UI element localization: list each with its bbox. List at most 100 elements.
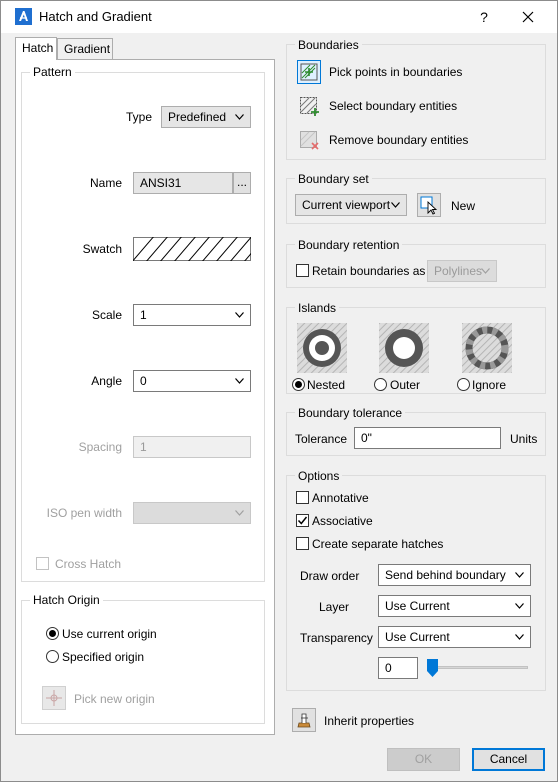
chevron-down-icon xyxy=(391,202,400,208)
help-button[interactable]: ? xyxy=(471,4,497,30)
remove-entities-label[interactable]: Remove boundary entities xyxy=(329,133,468,147)
ok-button[interactable]: OK xyxy=(387,748,460,771)
hatch-origin-group: Hatch Origin Use current origin Specifie… xyxy=(21,593,265,724)
close-icon xyxy=(522,11,534,23)
tolerance-label: Tolerance xyxy=(295,432,348,446)
scale-value: 1 xyxy=(140,308,147,322)
ignore-island-icon[interactable] xyxy=(462,323,512,373)
pattern-group-title: Pattern xyxy=(30,65,75,79)
type-select-value: Predefined xyxy=(168,110,227,124)
transparency-slider-thumb[interactable] xyxy=(427,659,438,677)
name-label: Name xyxy=(89,176,122,190)
specified-origin-label: Specified origin xyxy=(62,650,145,664)
associative-label: Associative xyxy=(312,514,373,528)
swatch-label: Swatch xyxy=(82,242,122,256)
tab-gradient[interactable]: Gradient xyxy=(57,38,113,59)
annotative-checkbox[interactable] xyxy=(296,491,309,504)
scale-label: Scale xyxy=(91,308,122,322)
layer-label: Layer xyxy=(319,600,350,614)
nested-island-icon[interactable] xyxy=(297,323,347,373)
tab-hatch[interactable]: Hatch xyxy=(15,37,57,60)
ignore-label: Ignore xyxy=(472,378,507,392)
hatch-tab-panel: Pattern Type Predefined Name ANSI31 ... … xyxy=(15,59,275,735)
transparency-slider-track[interactable] xyxy=(428,666,528,669)
tolerance-field[interactable]: 0" xyxy=(354,427,501,449)
iso-pen-width-label: ISO pen width xyxy=(46,506,122,520)
ignore-radio[interactable] xyxy=(457,378,470,391)
specified-origin-radio[interactable] xyxy=(46,650,59,663)
boundary-retention-group: Boundary retention Retain boundaries as … xyxy=(286,238,546,288)
chevron-down-icon xyxy=(235,378,244,384)
retain-boundaries-select[interactable]: Polylines xyxy=(427,260,497,282)
boundary-set-group: Boundary set Current viewport New xyxy=(286,172,546,224)
nested-radio[interactable] xyxy=(292,378,305,391)
separate-hatches-checkbox[interactable] xyxy=(296,537,309,550)
transparency-amount-field[interactable]: 0 xyxy=(378,657,418,679)
options-title: Options xyxy=(295,469,343,483)
title-bar: Hatch and Gradient ? xyxy=(1,1,557,33)
angle-value: 0 xyxy=(140,374,147,388)
app-icon xyxy=(15,8,32,25)
draw-order-select[interactable]: Send behind boundary xyxy=(378,564,531,586)
retain-boundaries-checkbox[interactable] xyxy=(296,264,309,277)
chevron-down-icon xyxy=(515,572,524,578)
outer-radio[interactable] xyxy=(374,378,387,391)
islands-group: Islands Nested Outer Ignore xyxy=(286,301,546,394)
new-boundary-set-icon[interactable] xyxy=(417,193,441,217)
angle-label: Angle xyxy=(91,374,122,388)
chevron-down-icon xyxy=(515,634,524,640)
cross-hatch-checkbox[interactable] xyxy=(36,557,49,570)
chevron-down-icon xyxy=(481,268,490,274)
angle-combo[interactable]: 0 xyxy=(133,370,251,392)
annotative-label: Annotative xyxy=(312,491,369,505)
select-entities-icon[interactable] xyxy=(297,94,321,118)
islands-title: Islands xyxy=(295,301,340,315)
chevron-down-icon xyxy=(235,114,244,120)
inherit-properties-icon[interactable] xyxy=(292,708,316,732)
new-boundary-set-label: New xyxy=(451,199,476,213)
associative-checkbox[interactable] xyxy=(296,514,309,527)
boundary-set-select[interactable]: Current viewport xyxy=(295,194,407,216)
boundary-set-title: Boundary set xyxy=(295,172,372,186)
boundary-tolerance-title: Boundary tolerance xyxy=(295,406,406,420)
window-title: Hatch and Gradient xyxy=(39,9,152,24)
iso-pen-width-select[interactable] xyxy=(133,502,251,524)
retain-boundaries-value: Polylines xyxy=(434,264,483,278)
retain-boundaries-label: Retain boundaries as xyxy=(312,264,426,278)
select-entities-label[interactable]: Select boundary entities xyxy=(329,99,457,113)
pick-new-origin-label: Pick new origin xyxy=(74,692,155,706)
boundary-set-value: Current viewport xyxy=(302,198,391,212)
draw-order-label: Draw order xyxy=(300,569,360,583)
spacing-field[interactable]: 1 xyxy=(133,436,251,458)
use-current-origin-label: Use current origin xyxy=(62,627,157,641)
browse-pattern-button[interactable]: ... xyxy=(233,172,251,194)
pattern-name-field[interactable]: ANSI31 xyxy=(133,172,233,194)
scale-combo[interactable]: 1 xyxy=(133,304,251,326)
outer-island-icon[interactable] xyxy=(379,323,429,373)
chevron-down-icon xyxy=(235,312,244,318)
cancel-button[interactable]: Cancel xyxy=(472,748,545,771)
layer-select[interactable]: Use Current xyxy=(378,595,531,617)
layer-value: Use Current xyxy=(385,599,450,613)
swatch-preview[interactable] xyxy=(133,237,251,261)
boundaries-group: Boundaries Pick points in boundaries Sel… xyxy=(286,38,546,160)
checkmark-icon xyxy=(297,516,308,525)
remove-entities-icon[interactable] xyxy=(297,128,321,152)
transparency-label: Transparency xyxy=(300,631,373,645)
pick-origin-icon[interactable] xyxy=(42,686,66,710)
draw-order-value: Send behind boundary xyxy=(385,568,506,582)
pick-points-icon[interactable] xyxy=(297,60,321,84)
outer-label: Outer xyxy=(390,378,421,392)
type-select[interactable]: Predefined xyxy=(161,106,251,128)
inherit-properties-label[interactable]: Inherit properties xyxy=(324,714,414,728)
type-label: Type xyxy=(125,110,152,124)
tolerance-units-label: Units xyxy=(510,432,538,446)
boundaries-title: Boundaries xyxy=(295,38,362,52)
transparency-value: Use Current xyxy=(385,630,450,644)
pick-points-label[interactable]: Pick points in boundaries xyxy=(329,65,462,79)
chevron-down-icon xyxy=(235,510,244,516)
use-current-origin-radio[interactable] xyxy=(46,627,59,640)
close-button[interactable] xyxy=(513,4,543,30)
chevron-down-icon xyxy=(515,603,524,609)
transparency-select[interactable]: Use Current xyxy=(378,626,531,648)
